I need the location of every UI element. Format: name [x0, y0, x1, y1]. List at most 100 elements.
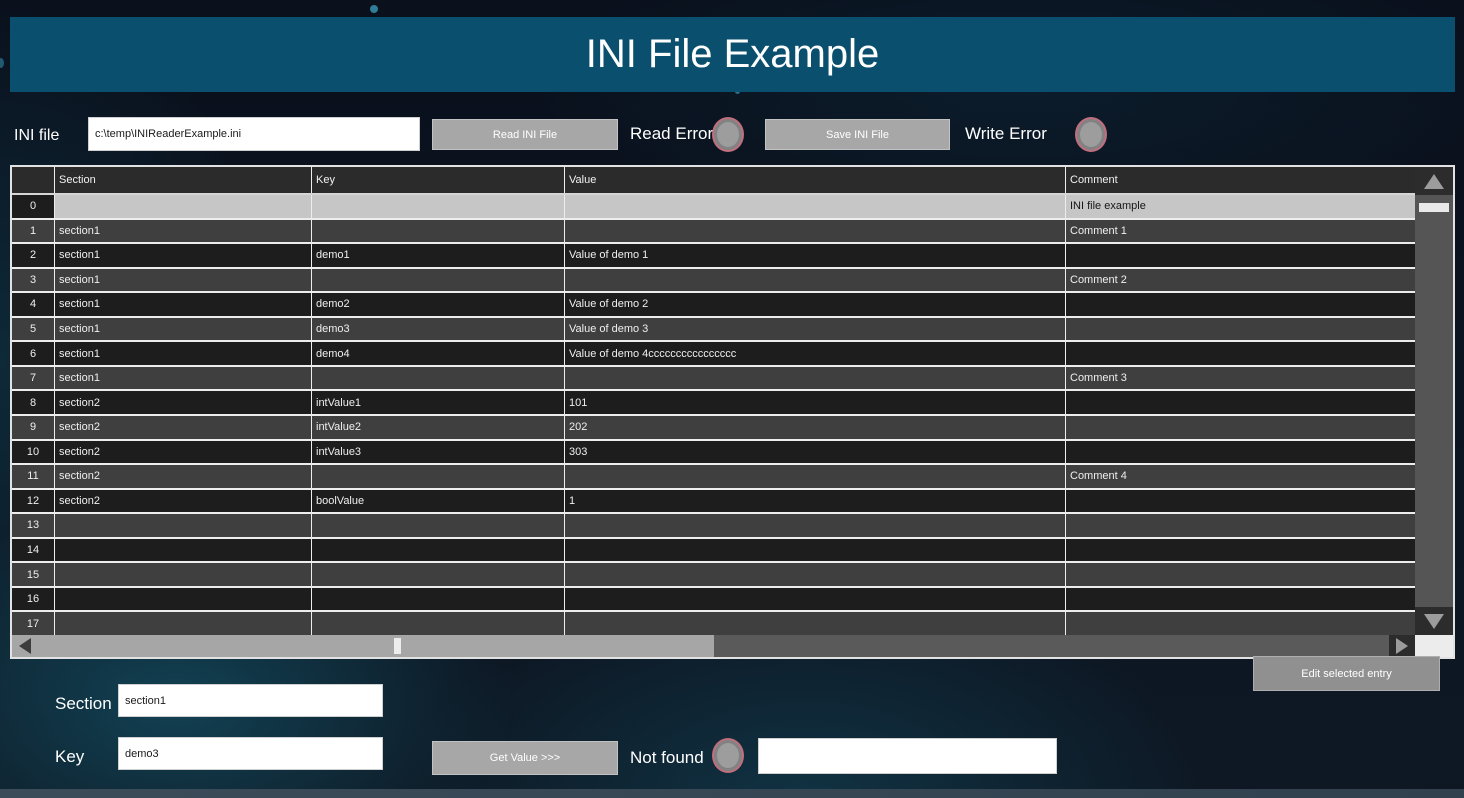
cell-section[interactable]	[55, 195, 311, 218]
row-index[interactable]: 9	[12, 416, 54, 439]
cell-comment[interactable]	[1066, 539, 1415, 562]
cell-value[interactable]	[565, 563, 1065, 586]
cell-comment[interactable]	[1066, 490, 1415, 513]
table-row[interactable]: 15	[12, 563, 1415, 586]
cell-comment[interactable]	[1066, 588, 1415, 611]
scroll-up-button[interactable]	[1415, 167, 1453, 195]
cell-key[interactable]: demo1	[312, 244, 564, 267]
cell-section[interactable]: section1	[55, 220, 311, 243]
cell-value[interactable]	[565, 514, 1065, 537]
cell-comment[interactable]: Comment 3	[1066, 367, 1415, 390]
row-index[interactable]: 13	[12, 514, 54, 537]
cell-section[interactable]: section2	[55, 490, 311, 513]
row-index[interactable]: 1	[12, 220, 54, 243]
row-index[interactable]: 8	[12, 391, 54, 414]
read-ini-file-button[interactable]: Read INI File	[432, 119, 618, 150]
table-row[interactable]: 4section1demo2Value of demo 2	[12, 293, 1415, 316]
cell-section[interactable]: section1	[55, 342, 311, 365]
row-index[interactable]: 10	[12, 441, 54, 464]
cell-comment[interactable]	[1066, 293, 1415, 316]
table-row[interactable]: 10section2intValue3303	[12, 441, 1415, 464]
cell-key[interactable]	[312, 220, 564, 243]
key-input[interactable]	[118, 737, 383, 770]
cell-key[interactable]	[312, 539, 564, 562]
cell-key[interactable]	[312, 269, 564, 292]
table-row[interactable]: 1section1 Comment 1	[12, 220, 1415, 243]
cell-comment[interactable]	[1066, 416, 1415, 439]
get-value-button[interactable]: Get Value >>>	[432, 741, 618, 775]
cell-comment[interactable]	[1066, 612, 1415, 635]
cell-key[interactable]	[312, 588, 564, 611]
cell-value[interactable]	[565, 367, 1065, 390]
cell-value[interactable]	[565, 612, 1065, 635]
cell-section[interactable]	[55, 612, 311, 635]
cell-section[interactable]: section2	[55, 465, 311, 488]
vertical-scroll-track[interactable]	[1415, 195, 1453, 607]
cell-key[interactable]	[312, 465, 564, 488]
cell-value[interactable]: Value of demo 3	[565, 318, 1065, 341]
vertical-scroll-thumb[interactable]	[1419, 203, 1449, 212]
cell-section[interactable]	[55, 563, 311, 586]
row-index[interactable]: 5	[12, 318, 54, 341]
table-row[interactable]: 2section1demo1Value of demo 1	[12, 244, 1415, 267]
cell-value[interactable]: 101	[565, 391, 1065, 414]
row-index[interactable]: 3	[12, 269, 54, 292]
cell-value[interactable]: 303	[565, 441, 1065, 464]
edit-selected-entry-button[interactable]: Edit selected entry	[1253, 656, 1440, 691]
cell-key[interactable]	[312, 612, 564, 635]
cell-value[interactable]: 202	[565, 416, 1065, 439]
cell-key[interactable]: intValue1	[312, 391, 564, 414]
row-index[interactable]: 11	[12, 465, 54, 488]
row-index[interactable]: 7	[12, 367, 54, 390]
table-row[interactable]: 7section1 Comment 3	[12, 367, 1415, 390]
horizontal-scrollbar[interactable]	[12, 635, 1415, 657]
row-index[interactable]: 16	[12, 588, 54, 611]
cell-value[interactable]: Value of demo 1	[565, 244, 1065, 267]
cell-value[interactable]	[565, 195, 1065, 218]
cell-key[interactable]: demo3	[312, 318, 564, 341]
save-ini-file-button[interactable]: Save INI File	[765, 119, 950, 150]
row-index[interactable]: 15	[12, 563, 54, 586]
table-row[interactable]: 6section1demo4Value of demo 4ccccccccccc…	[12, 342, 1415, 365]
scroll-left-button[interactable]	[12, 635, 38, 657]
cell-key[interactable]: demo4	[312, 342, 564, 365]
cell-comment[interactable]	[1066, 514, 1415, 537]
cell-value[interactable]: Value of demo 4cccccccccccccccc	[565, 342, 1065, 365]
vertical-scrollbar[interactable]	[1415, 167, 1453, 635]
table-row[interactable]: 9section2intValue2202	[12, 416, 1415, 439]
cell-section[interactable]: section1	[55, 318, 311, 341]
table-row[interactable]: 12section2boolValue1	[12, 490, 1415, 513]
table-row[interactable]: 0 INI file example	[12, 195, 1415, 218]
cell-comment[interactable]	[1066, 342, 1415, 365]
cell-section[interactable]	[55, 588, 311, 611]
cell-section[interactable]: section2	[55, 416, 311, 439]
scroll-right-button[interactable]	[1389, 635, 1415, 657]
cell-comment[interactable]	[1066, 391, 1415, 414]
cell-key[interactable]: intValue2	[312, 416, 564, 439]
cell-key[interactable]: intValue3	[312, 441, 564, 464]
cell-section[interactable]: section1	[55, 367, 311, 390]
cell-comment[interactable]: Comment 1	[1066, 220, 1415, 243]
cell-key[interactable]: boolValue	[312, 490, 564, 513]
cell-section[interactable]	[55, 539, 311, 562]
row-index[interactable]: 0	[12, 195, 54, 218]
cell-value[interactable]: 1	[565, 490, 1065, 513]
cell-section[interactable]: section1	[55, 293, 311, 316]
cell-value[interactable]	[565, 269, 1065, 292]
cell-key[interactable]: demo2	[312, 293, 564, 316]
cell-key[interactable]	[312, 195, 564, 218]
cell-section[interactable]	[55, 514, 311, 537]
cell-value[interactable]	[565, 465, 1065, 488]
cell-value[interactable]	[565, 588, 1065, 611]
row-index[interactable]: 14	[12, 539, 54, 562]
cell-comment[interactable]: Comment 2	[1066, 269, 1415, 292]
cell-section[interactable]: section1	[55, 269, 311, 292]
cell-key[interactable]	[312, 563, 564, 586]
scroll-down-button[interactable]	[1415, 607, 1453, 635]
cell-section[interactable]: section2	[55, 441, 311, 464]
cell-key[interactable]	[312, 367, 564, 390]
cell-section[interactable]: section1	[55, 244, 311, 267]
cell-comment[interactable]: INI file example	[1066, 195, 1415, 218]
cell-comment[interactable]	[1066, 244, 1415, 267]
table-row[interactable]: 17	[12, 612, 1415, 635]
